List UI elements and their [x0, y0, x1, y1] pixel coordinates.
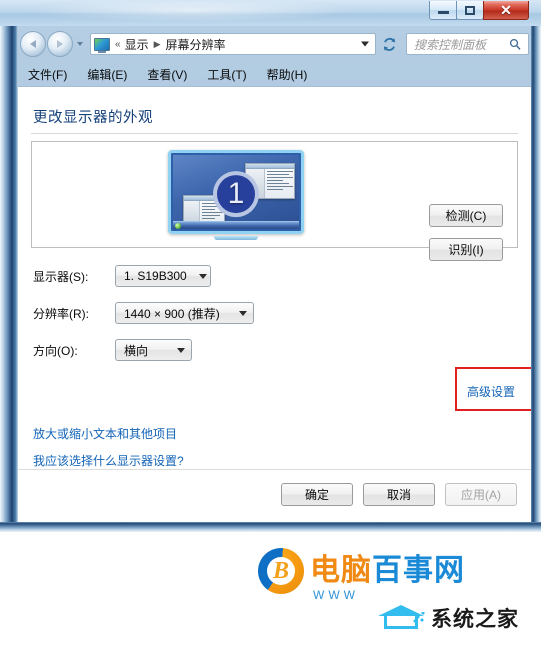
monitor-preview[interactable]: 1 — [168, 150, 304, 240]
minimize-icon — [437, 11, 449, 14]
title-divider — [31, 133, 518, 134]
orientation-row: 方向(O): 横向 — [33, 339, 192, 361]
navigation-toolbar: « 显示 ▶ 屏幕分辨率 搜索控制面板 — [18, 28, 531, 60]
resize-text-link[interactable]: 放大或缩小文本和其他项目 — [33, 425, 177, 442]
address-dropdown-icon[interactable] — [361, 41, 369, 47]
minimize-button[interactable] — [429, 1, 457, 20]
monitor-taskbar — [173, 221, 299, 229]
xitongzhijia-logo-icon — [378, 603, 426, 633]
display-select[interactable]: 1. S19B300 — [115, 265, 211, 287]
title-bar-glow — [26, 2, 356, 22]
window-frame-right — [531, 0, 541, 532]
chevron-down-icon — [239, 310, 247, 316]
recent-pages-button[interactable] — [74, 42, 86, 46]
resolution-select-value: 1440 × 900 (推荐) — [124, 306, 220, 321]
pconline-logo-icon — [258, 548, 304, 594]
preview-action-buttons: 检测(C) 识别(I) — [429, 204, 503, 261]
watermark-url: WWW — [313, 588, 359, 602]
breadcrumb-item-screen-resolution[interactable]: 屏幕分辨率 — [164, 36, 228, 53]
close-button[interactable]: ✕ — [483, 1, 529, 20]
watermark-text-blue: 百事网 — [372, 553, 465, 588]
maximize-button[interactable] — [456, 1, 484, 20]
menu-item-edit[interactable]: 编辑(E) — [77, 64, 137, 85]
breadcrumb-separator-icon: ▶ — [153, 38, 161, 49]
address-bar[interactable]: « 显示 ▶ 屏幕分辨率 — [90, 33, 376, 55]
page-title: 更改显示器的外观 — [33, 110, 153, 126]
maximize-icon — [465, 5, 475, 15]
identify-button[interactable]: 识别(I) — [429, 238, 503, 261]
window-frame-left — [0, 0, 18, 532]
breadcrumb-item-display[interactable]: 显示 — [123, 36, 151, 53]
back-arrow-icon — [30, 40, 36, 48]
window-controls: ✕ — [429, 1, 529, 20]
menu-bar: 文件(F) 编辑(E) 查看(V) 工具(T) 帮助(H) — [18, 62, 531, 86]
resolution-row: 分辨率(R): 1440 × 900 (推荐) — [33, 302, 254, 324]
which-settings-link[interactable]: 我应该选择什么显示器设置? — [33, 452, 184, 469]
footer-divider — [18, 469, 531, 470]
display-select-value: 1. S19B300 — [124, 269, 187, 283]
monitor-stand — [214, 236, 258, 240]
close-icon: ✕ — [500, 2, 512, 18]
display-preview-panel: 1 检测(C) 识别(I) — [31, 141, 518, 261]
annotation-highlight-box — [455, 367, 531, 411]
watermark-secondary: 系统之家 — [370, 595, 541, 640]
cancel-button[interactable]: 取消 — [363, 483, 435, 506]
search-box[interactable]: 搜索控制面板 — [406, 33, 529, 55]
menu-item-help[interactable]: 帮助(H) — [257, 64, 318, 85]
orientation-label: 方向(O): — [33, 343, 78, 358]
display-label: 显示器(S): — [33, 269, 89, 284]
forward-arrow-icon — [57, 40, 63, 48]
search-icon — [509, 38, 521, 50]
chevron-down-icon — [198, 273, 207, 279]
watermark-secondary-text: 系统之家 — [431, 606, 519, 631]
client-area: 更改显示器的外观 1 检测(C) 识别(I) 显示器(S): 1. S19B30… — [18, 86, 531, 522]
resolution-select[interactable]: 1440 × 900 (推荐) — [115, 302, 254, 324]
start-orb-icon — [175, 223, 181, 229]
forward-button[interactable] — [47, 31, 73, 57]
window-frame-bottom — [0, 522, 541, 532]
display-row: 显示器(S): 1. S19B300 — [33, 265, 211, 287]
control-panel-window: ✕ « 显示 ▶ 屏幕分辨率 搜索控制面板 文件(F) 编辑(E) 查看(V) … — [0, 0, 541, 532]
thumbnail-lines — [265, 169, 294, 198]
refresh-icon — [383, 37, 395, 51]
watermark-primary-text: 电脑百事网 — [310, 556, 465, 586]
display-monitor-icon — [94, 37, 110, 53]
breadcrumb-overflow-icon[interactable]: « — [113, 39, 123, 50]
menu-item-view[interactable]: 查看(V) — [137, 64, 197, 85]
resolution-label: 分辨率(R): — [33, 306, 89, 321]
ok-button[interactable]: 确定 — [281, 483, 353, 506]
title-bar[interactable]: ✕ — [0, 0, 541, 26]
chevron-down-icon — [77, 42, 83, 46]
detect-button[interactable]: 检测(C) — [429, 204, 503, 227]
menu-item-tools[interactable]: 工具(T) — [197, 64, 256, 85]
chevron-down-icon — [177, 347, 185, 353]
orientation-select-value: 横向 — [124, 343, 149, 358]
watermark-primary: 电脑百事网 WWW — [258, 548, 465, 602]
nav-buttons — [20, 31, 86, 57]
monitor-number-badge: 1 — [213, 171, 259, 218]
watermark-text-orange: 电脑 — [310, 553, 372, 588]
back-button[interactable] — [20, 31, 46, 57]
dialog-buttons: 确定 取消 应用(A) — [281, 483, 517, 506]
search-input[interactable]: 搜索控制面板 — [407, 36, 486, 53]
refresh-button[interactable] — [378, 33, 400, 55]
orientation-select[interactable]: 横向 — [115, 339, 192, 361]
menu-item-file[interactable]: 文件(F) — [18, 64, 77, 85]
apply-button: 应用(A) — [445, 483, 517, 506]
